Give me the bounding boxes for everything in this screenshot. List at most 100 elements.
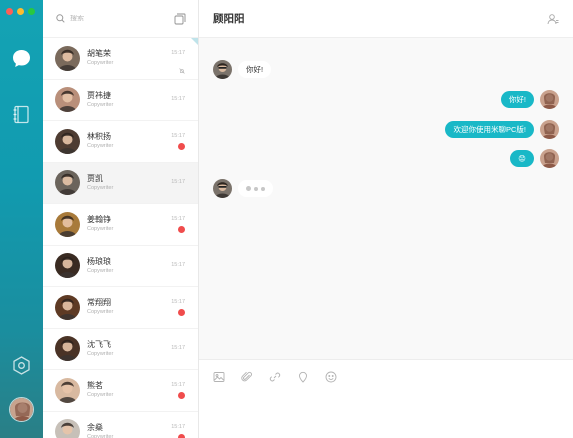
contact-avatar xyxy=(55,294,80,320)
compose-icon[interactable] xyxy=(174,13,186,25)
attachment-icon[interactable] xyxy=(241,370,253,382)
contact-item[interactable]: 贾凯 Copywriter 15:17 xyxy=(43,162,198,204)
contact-name: 熊茗 xyxy=(87,381,103,391)
contact-time: 15:17 xyxy=(171,423,185,430)
contact-status: 15:17 xyxy=(169,344,185,353)
contact-meta: 沈飞飞 Copywriter xyxy=(87,339,169,359)
contact-meta: 胡笔荣 Copywriter xyxy=(87,48,169,68)
contact-time: 15:17 xyxy=(171,133,185,140)
contact-name: 贾凯 xyxy=(87,173,103,183)
side-rail xyxy=(0,0,43,438)
contact-item[interactable]: 沈飞飞 Copywriter 15:17 xyxy=(43,329,198,370)
contact-subtitle: Copywriter xyxy=(87,60,114,67)
typing-dot xyxy=(246,186,251,191)
contact-meta: 常翔翔 Copywriter xyxy=(87,297,169,317)
contact-time: 15:17 xyxy=(171,179,185,186)
contacts-book-icon[interactable] xyxy=(11,104,32,125)
composer-toolbar xyxy=(199,360,573,383)
contact-item[interactable]: 林积扬 Copywriter 15:17 xyxy=(43,121,198,163)
list-header xyxy=(43,0,198,38)
contact-meta: 贾凯 Copywriter xyxy=(87,173,169,193)
contact-item[interactable]: 贾祎捷 Copywriter 15:17 xyxy=(43,80,198,121)
contact-meta: 贾祎捷 Copywriter xyxy=(87,90,169,110)
contact-item[interactable]: 胡笔荣 Copywriter 15:17 xyxy=(43,38,198,80)
contact-subtitle: Copywriter xyxy=(87,267,114,274)
contact-avatar xyxy=(55,87,80,113)
unread-badge xyxy=(178,143,185,151)
contact-time: 15:17 xyxy=(171,345,185,352)
contact-time: 15:17 xyxy=(171,262,185,269)
contact-subtitle: Copywriter xyxy=(87,309,114,316)
minimize-window-button[interactable] xyxy=(17,8,24,15)
contact-meta: 林积扬 Copywriter xyxy=(87,131,169,151)
window-controls xyxy=(6,8,35,15)
message-bubble[interactable]: 你好! xyxy=(238,61,272,78)
contact-info-icon[interactable] xyxy=(547,13,559,25)
chat-panel: 顾阳阳 你好! 你好! 欢迎你使用米聊PC版! 😟 xyxy=(199,0,573,438)
my-message-avatar xyxy=(540,90,559,109)
message-outgoing: 😟 xyxy=(510,149,559,168)
contact-avatar xyxy=(55,45,80,71)
search-box[interactable] xyxy=(56,14,174,23)
contact-avatar xyxy=(55,419,80,438)
contact-time: 15:17 xyxy=(171,382,185,389)
mute-bell-icon xyxy=(179,61,185,74)
my-avatar[interactable] xyxy=(9,397,34,422)
contact-name: 常翔翔 xyxy=(87,298,111,308)
close-window-button[interactable] xyxy=(6,8,13,15)
unread-badge xyxy=(178,226,185,234)
contact-meta: 杨琅琅 Copywriter xyxy=(87,256,169,276)
contact-name: 余燊 xyxy=(87,422,103,432)
contact-avatar xyxy=(55,377,80,403)
contact-status: 15:17 xyxy=(169,95,185,104)
link-icon[interactable] xyxy=(269,370,281,382)
settings-hex-icon[interactable] xyxy=(11,355,32,376)
chat-bubble-icon[interactable] xyxy=(11,48,32,69)
contact-item[interactable]: 余燊 Copywriter 15:17 xyxy=(43,412,198,438)
contact-time: 15:17 xyxy=(171,50,185,57)
message-bubble[interactable]: 😟 xyxy=(510,150,534,167)
typing-indicator xyxy=(238,180,273,197)
contact-items: 胡笔荣 Copywriter 15:17 贾祎捷 Copywriter 15:17 林积扬 C… xyxy=(43,38,198,438)
unread-badge xyxy=(178,392,185,400)
my-message-avatar xyxy=(540,120,559,139)
contact-item[interactable]: 杨琅琅 Copywriter 15:17 xyxy=(43,246,198,287)
message-composer[interactable] xyxy=(199,359,573,438)
message-bubble[interactable]: 你好! xyxy=(500,91,534,108)
contact-subtitle: Copywriter xyxy=(87,226,114,233)
contact-avatar xyxy=(55,253,80,279)
message-area: 你好! 你好! 欢迎你使用米聊PC版! 😟 xyxy=(199,38,573,359)
contact-status: 15:17 xyxy=(169,49,185,74)
contact-subtitle: Copywriter xyxy=(87,184,114,191)
emoji-icon[interactable] xyxy=(325,370,337,383)
location-pin-icon[interactable] xyxy=(297,370,309,383)
contact-subtitle: Copywriter xyxy=(87,101,114,108)
contact-name: 姜翰铮 xyxy=(87,215,111,225)
contact-item[interactable]: 常翔翔 Copywriter 15:17 xyxy=(43,287,198,329)
contact-name: 杨琅琅 xyxy=(87,256,111,266)
contact-item[interactable]: 熊茗 Copywriter 15:17 xyxy=(43,370,198,412)
contact-avatar xyxy=(55,170,80,196)
search-icon xyxy=(56,14,65,23)
zoom-window-button[interactable] xyxy=(28,8,35,15)
contact-subtitle: Copywriter xyxy=(87,143,114,150)
contact-avatar xyxy=(55,336,80,362)
contact-status: 15:17 xyxy=(169,215,185,234)
conversation-list: 胡笔荣Copywriter15:17贾祎捷Copywriter15:17林积扬C… xyxy=(43,0,199,438)
typing-dot xyxy=(254,186,258,191)
chat-header: 顾阳阳 xyxy=(199,0,573,38)
sender-avatar xyxy=(213,60,232,79)
message-bubble[interactable]: 欢迎你使用米聊PC版! xyxy=(445,121,534,138)
contact-name: 胡笔荣 xyxy=(87,49,111,59)
search-input[interactable] xyxy=(70,15,150,22)
contact-meta: 姜翰铮 Copywriter xyxy=(87,214,169,234)
contact-avatar xyxy=(55,128,80,154)
message-outgoing: 你好! xyxy=(500,90,559,109)
image-icon[interactable] xyxy=(213,370,225,382)
contact-subtitle: Copywriter xyxy=(87,433,114,438)
message-incoming: 你好! xyxy=(213,60,272,79)
typing-dot xyxy=(261,186,265,191)
message-outgoing: 欢迎你使用米聊PC版! xyxy=(445,120,559,139)
contact-item[interactable]: 姜翰铮 Copywriter 15:17 xyxy=(43,204,198,246)
sender-avatar xyxy=(213,179,232,198)
